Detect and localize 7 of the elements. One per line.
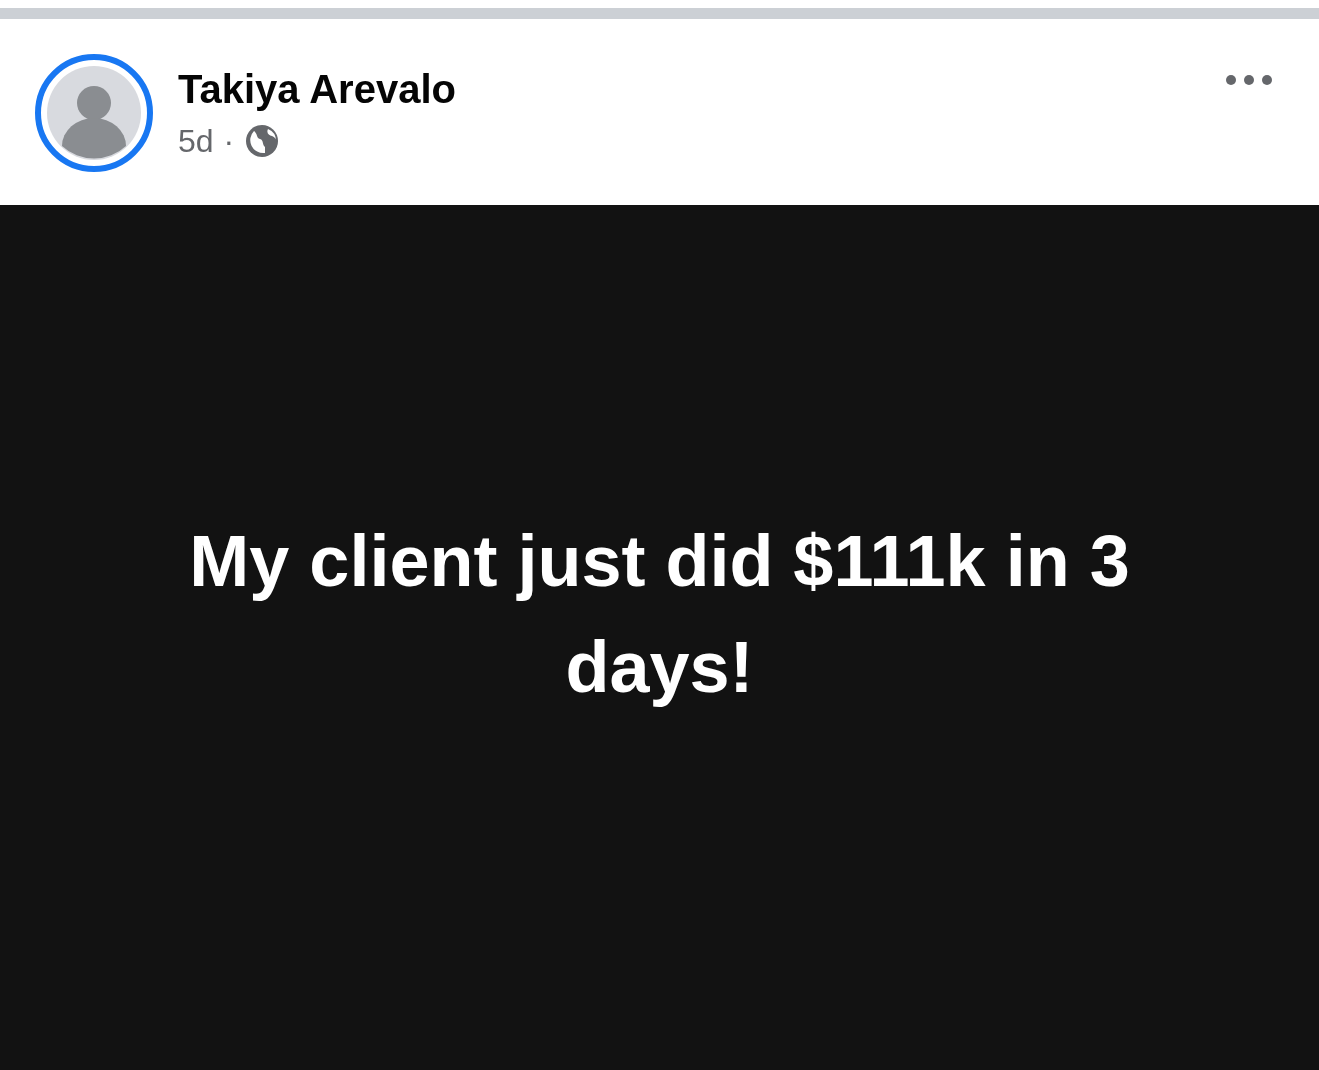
globe-icon[interactable] (244, 123, 281, 159)
avatar-icon[interactable] (34, 53, 154, 173)
status-text: My client just did $111k in 3 days! (188, 519, 1131, 709)
separator: · (223, 122, 235, 161)
author-name[interactable]: Takiya Arevalo (178, 67, 456, 111)
more-options-icon[interactable] (1225, 73, 1273, 86)
post-time[interactable]: 5d (178, 117, 214, 165)
